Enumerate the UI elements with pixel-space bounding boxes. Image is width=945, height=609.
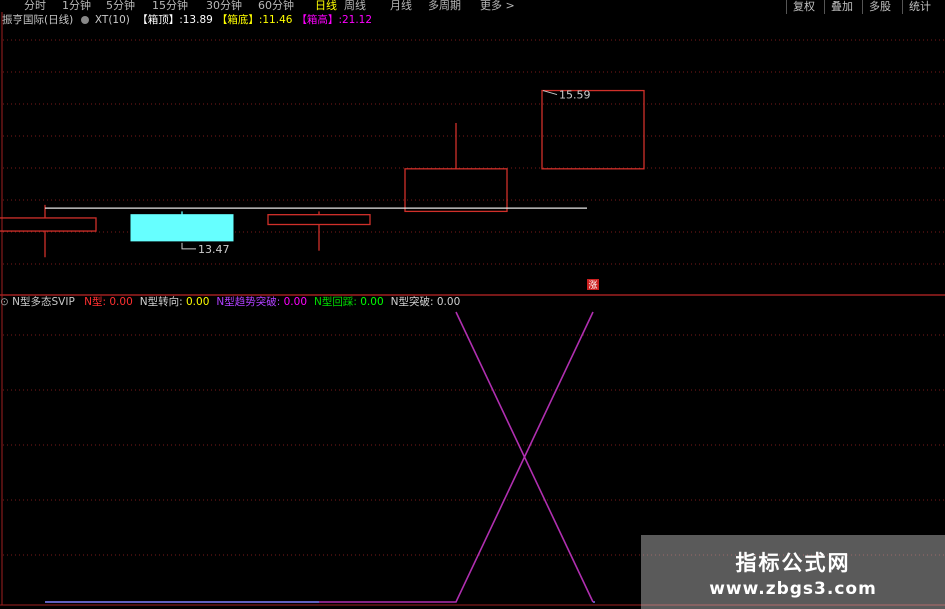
indicator-value-1: :11.46 — [258, 14, 293, 26]
toolbar-button-2[interactable]: 多股 — [862, 0, 891, 14]
chart-window: 13.47 15.59 涨 分时 1分钟 5分钟 15分钟 30分钟 60分钟 日线 周线 月线 多周… — [0, 0, 945, 609]
panel-toggle-icon[interactable]: ⊙ — [0, 296, 12, 308]
legend-value-4: 0.00 — [433, 296, 461, 308]
period-tab-10[interactable]: 更多 > — [480, 0, 515, 13]
settings-icon[interactable] — [80, 16, 89, 24]
indicator-label-0: 【箱顶】 — [137, 14, 180, 26]
candle-body — [0, 217, 97, 232]
period-tab-9[interactable]: 多周期 — [428, 0, 461, 13]
watermark-line2: www.zbgs3.com — [709, 579, 877, 599]
toolbar-button-3[interactable]: 统计 — [902, 0, 931, 14]
low-price-label: 13.47 — [198, 243, 230, 256]
legend-label-3: N型回踩: — [314, 296, 357, 308]
period-tab-8[interactable]: 月线 — [390, 0, 412, 13]
indicator-name[interactable]: XT(10) — [95, 14, 130, 26]
legend-value-1: 0.00 — [182, 296, 210, 308]
sub-indicator-name[interactable]: N型多态SVIP — [12, 296, 75, 308]
n-series-line — [319, 311, 594, 603]
legend-value-3: 0.00 — [356, 296, 384, 308]
candle-body — [404, 168, 508, 213]
legend-label-2: N型趋势突破: — [216, 296, 281, 308]
indicator-value-2: :21.12 — [338, 14, 373, 26]
toolbar-button-1[interactable]: 叠加 — [824, 0, 853, 14]
legend-label-0: N型: — [84, 296, 107, 308]
sub-panel-legend: ⊙ N型多态SVIP N型: 0.00 N型转向: 0.00 N型趋势突破: 0.0… — [0, 294, 467, 308]
indicator-label-1: 【箱底】 — [216, 14, 259, 26]
watermark: 指标公式网 www.zbgs3.com — [641, 535, 945, 609]
candle-body — [541, 89, 645, 170]
indicator-value-0: :13.89 — [179, 14, 213, 26]
watermark-line1: 指标公式网 — [735, 551, 851, 575]
legend-value-2: 0.00 — [280, 296, 307, 308]
indicator-label-2: 【箱高】 — [296, 14, 339, 26]
low-annotation-pointer — [181, 242, 196, 250]
candle-body — [130, 214, 234, 242]
legend-label-1: N型转向: — [139, 296, 183, 308]
legend-value-0: 0.00 — [106, 296, 133, 308]
main-panel-header: 振亨国际(日线) XT(10) 【箱顶】:13.89 【箱底】:11.46 【箱高】… — [2, 12, 372, 27]
candle-body — [267, 214, 371, 226]
stock-title: 振亨国际(日线) — [2, 14, 74, 26]
legend-label-4: N型突破: — [390, 296, 434, 308]
high-price-label: 15.59 — [559, 89, 591, 102]
indicator-values: 【箱顶】:13.89 【箱底】:11.46 【箱高】:21.12 — [133, 14, 372, 26]
toolbar-button-0[interactable]: 复权 — [786, 0, 815, 14]
rise-marker: 涨 — [588, 280, 597, 291]
period-toolbar: 分时 1分钟 5分钟 15分钟 30分钟 60分钟 日线 周线 月线 多周期 更多 > 复权 叠加 多股统… — [0, 0, 945, 14]
